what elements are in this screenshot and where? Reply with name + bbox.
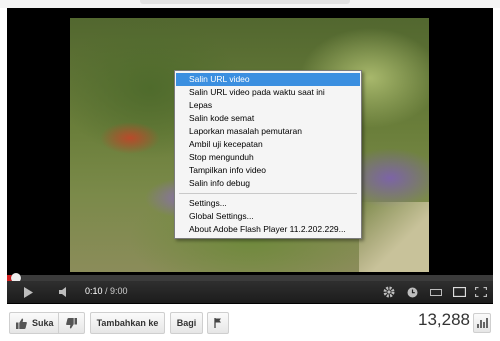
video-path-detail xyxy=(359,202,429,272)
volume-button[interactable] xyxy=(55,283,73,301)
small-player-button[interactable] xyxy=(427,283,445,301)
like-button[interactable]: Suka xyxy=(9,312,59,334)
flag-icon xyxy=(214,318,221,328)
time-display: 0:10 / 9:00 xyxy=(85,286,128,296)
flag-button[interactable] xyxy=(207,312,229,334)
menu-item-flash-settings[interactable]: Settings... xyxy=(176,197,360,210)
add-to-label: Tambahkan ke xyxy=(96,318,159,328)
menu-item-copy-embed[interactable]: Salin kode semat xyxy=(176,112,360,125)
stats-button[interactable] xyxy=(473,313,491,333)
menu-item-report-playback[interactable]: Laporkan masalah pemutaran xyxy=(176,125,360,138)
top-tab xyxy=(140,0,350,4)
small-player-icon xyxy=(430,288,442,296)
share-label: Bagi xyxy=(176,318,197,328)
view-count: 13,288 xyxy=(418,310,470,329)
volume-icon xyxy=(58,287,66,297)
context-menu: Salin URL video Salin URL video pada wak… xyxy=(174,70,362,239)
share-button[interactable]: Bagi xyxy=(170,312,203,334)
fullscreen-button[interactable] xyxy=(472,283,490,301)
menu-item-copy-debug-info[interactable]: Salin info debug xyxy=(176,177,360,190)
like-label: Suka xyxy=(32,318,54,328)
thumbs-down-icon xyxy=(66,317,77,328)
menu-item-speed-test[interactable]: Ambil uji kecepatan xyxy=(176,138,360,151)
menu-item-copy-video-url[interactable]: Salin URL video xyxy=(176,73,360,86)
duration: 9:00 xyxy=(110,286,128,296)
stats-icon xyxy=(476,324,479,328)
add-to-button[interactable]: Tambahkan ke xyxy=(90,312,165,334)
menu-item-popout[interactable]: Lepas xyxy=(176,99,360,112)
large-player-button[interactable] xyxy=(450,283,468,301)
thumbs-up-icon xyxy=(16,318,27,329)
play-button[interactable] xyxy=(19,283,37,301)
menu-item-show-video-info[interactable]: Tampilkan info video xyxy=(176,164,360,177)
player-controls: 0:10 / 9:00 xyxy=(7,281,493,303)
time-separator: / xyxy=(102,286,111,296)
dislike-button[interactable] xyxy=(59,312,85,334)
menu-item-flash-global-settings[interactable]: Global Settings... xyxy=(176,210,360,223)
menu-separator xyxy=(179,193,357,194)
gear-icon xyxy=(383,286,395,298)
action-bar: Suka Tambahkan ke Bagi 13,288 xyxy=(0,308,500,341)
menu-item-copy-url-at-time[interactable]: Salin URL video pada waktu saat ini xyxy=(176,86,360,99)
menu-item-about-flash[interactable]: About Adobe Flash Player 11.2.202.229... xyxy=(176,223,360,236)
settings-button[interactable] xyxy=(380,283,398,301)
clock-icon xyxy=(407,287,417,297)
menu-item-stop-download[interactable]: Stop mengunduh xyxy=(176,151,360,164)
current-time: 0:10 xyxy=(85,286,103,296)
play-icon xyxy=(24,286,33,298)
large-player-icon xyxy=(452,287,466,297)
watch-later-button[interactable] xyxy=(403,283,421,301)
top-strip xyxy=(0,0,500,8)
fullscreen-icon xyxy=(475,287,487,297)
